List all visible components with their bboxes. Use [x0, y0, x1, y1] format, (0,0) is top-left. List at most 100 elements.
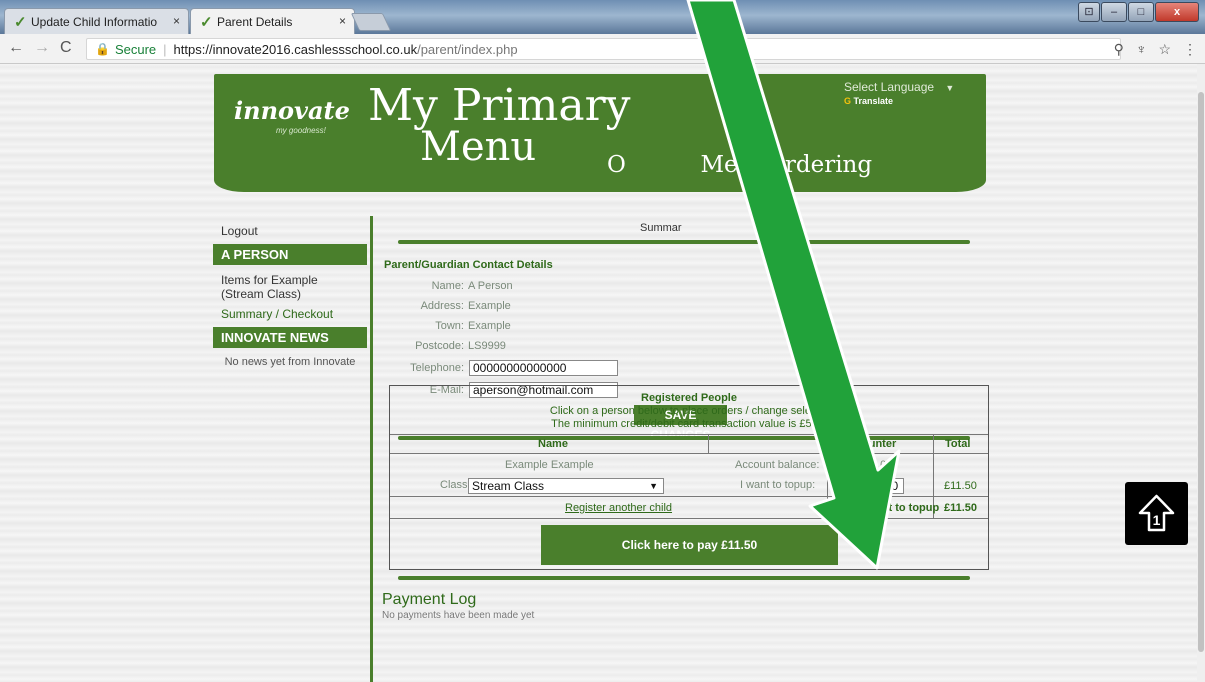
- tab-label: Parent Details: [217, 14, 293, 29]
- town-label: Town:: [435, 320, 464, 332]
- postcode-label: Postcode:: [415, 340, 464, 352]
- url-path: /parent/index.php: [417, 41, 518, 57]
- town-row: Town: Example: [384, 320, 511, 332]
- class-label: Class:: [440, 479, 471, 491]
- table-rule: [390, 496, 988, 497]
- back-arrow-icon[interactable]: ←: [8, 39, 24, 57]
- reload-icon[interactable]: C: [60, 39, 72, 57]
- name-row: Name: A Person: [384, 280, 513, 292]
- secure-label: Secure: [114, 41, 157, 57]
- column-header-counter: ounter: [862, 438, 897, 450]
- table-rule: [827, 434, 828, 518]
- address-row: Address: Example: [384, 300, 511, 312]
- web-page: innovate my goodness! My Primary Menu O …: [0, 64, 1197, 682]
- postcode-row: Postcode: LS9999: [384, 340, 506, 352]
- account-balance-value: 0.00: [871, 459, 893, 471]
- pay-button[interactable]: Click here to pay £11.50: [541, 525, 838, 565]
- accessibility-widget-button[interactable]: 1: [1125, 482, 1188, 545]
- url-host: https://innovate2016.cashlessschool.co.u…: [173, 41, 418, 57]
- browser-toolbar: ← → C 🔒 Secure | https://innovate2016.ca…: [0, 34, 1205, 64]
- check-favicon-icon: ✓: [14, 14, 27, 31]
- menu-dots-icon[interactable]: ⋮: [1183, 41, 1197, 58]
- news-note: No news yet from Innovate: [224, 356, 356, 368]
- new-tab-button[interactable]: [350, 13, 392, 31]
- footer-topup-label: I want to topup: [861, 502, 940, 514]
- window-controls: ⊡ – □ x: [1078, 2, 1199, 22]
- registered-title: Registered People: [641, 392, 737, 404]
- lock-icon: 🔒: [95, 42, 110, 56]
- bookmark-star-icon[interactable]: ☆: [1158, 41, 1171, 58]
- payment-log-title: Payment Log: [382, 591, 477, 608]
- banner-subtitle-right: Meal Ordering: [700, 152, 873, 178]
- brush-divider: [398, 576, 970, 580]
- page-scrollbar[interactable]: [1197, 64, 1205, 682]
- site-banner: innovate my goodness! My Primary Menu O …: [214, 74, 986, 192]
- telephone-field[interactable]: 00000000000000: [469, 360, 618, 376]
- language-select-label: Select Language: [844, 80, 935, 94]
- child-name[interactable]: Example Example: [505, 459, 594, 471]
- window-user-icon[interactable]: ⊡: [1078, 2, 1100, 22]
- sidebar-item-items[interactable]: Items for Example (Stream Class): [221, 273, 359, 301]
- content-divider: [370, 216, 373, 682]
- browser-tab-bar: ✓ Update Child Informatio × ✓ Parent Det…: [0, 0, 1205, 34]
- translate-label: Translate: [853, 96, 894, 106]
- table-rule: [708, 434, 709, 453]
- payment-log-note: No payments have been made yet: [382, 610, 535, 621]
- town-value: Example: [468, 320, 511, 332]
- footer-total: £11.50: [944, 502, 978, 514]
- check-favicon-icon: ✓: [200, 14, 213, 31]
- currency-symbol: £: [857, 479, 864, 491]
- innovate-logo[interactable]: innovate: [234, 96, 350, 125]
- forward-arrow-icon[interactable]: →: [34, 39, 50, 57]
- name-value: A Person: [468, 280, 513, 292]
- table-rule: [390, 434, 988, 435]
- google-translate-credit: G Translate: [844, 96, 893, 106]
- language-select[interactable]: Select Language ▼: [844, 80, 954, 94]
- sidebar-heading-person: A PERSON: [213, 244, 367, 265]
- page-title: Summar: [640, 222, 682, 234]
- logo-tagline: my goodness!: [276, 126, 326, 135]
- topup-amount-field[interactable]: 11.50: [864, 478, 904, 494]
- url-separator: |: [163, 41, 167, 57]
- accessibility-arrow-icon: 1: [1138, 494, 1175, 532]
- postcode-value: LS9999: [468, 340, 506, 352]
- sidebar-heading-news: INNOVATE NEWS: [213, 327, 367, 348]
- class-select-value: Stream Class: [472, 479, 545, 493]
- registered-instruction: Click on a person below to place orders …: [549, 405, 829, 417]
- minimum-transaction-note: The minimum credit/debit card transactio…: [551, 418, 827, 430]
- close-window-button[interactable]: x: [1155, 2, 1199, 22]
- class-select[interactable]: Stream Class ▼: [468, 478, 664, 494]
- minimize-button[interactable]: –: [1101, 2, 1127, 22]
- extension-icon[interactable]: ♆: [1136, 41, 1147, 58]
- sidebar: Logout A PERSON Items for Example (Strea…: [213, 224, 367, 368]
- chevron-down-icon: ▼: [649, 481, 658, 491]
- logout-link[interactable]: Logout: [221, 224, 359, 238]
- scrollbar-thumb[interactable]: [1198, 92, 1204, 652]
- column-header-name: Name: [538, 438, 568, 450]
- google-logo-icon: G: [844, 96, 852, 106]
- tab-update-child-information[interactable]: ✓ Update Child Informatio ×: [4, 8, 189, 34]
- tab-parent-details[interactable]: ✓ Parent Details ×: [190, 8, 355, 34]
- zoom-icon[interactable]: ⚲: [1114, 41, 1124, 58]
- close-tab-icon[interactable]: ×: [339, 14, 346, 28]
- address-bar[interactable]: 🔒 Secure | https://innovate2016.cashless…: [86, 38, 1121, 60]
- table-rule: [390, 453, 988, 454]
- address-label: Address:: [420, 300, 464, 312]
- account-balance-label: Account balance:: [735, 459, 820, 471]
- maximize-button[interactable]: □: [1128, 2, 1154, 22]
- telephone-row: Telephone:: [384, 362, 468, 374]
- sidebar-item-summary[interactable]: Summary / Checkout: [221, 307, 359, 321]
- register-another-child-link[interactable]: Register another child: [565, 502, 672, 514]
- telephone-label: Telephone:: [410, 362, 464, 374]
- chevron-down-icon: ▼: [945, 83, 955, 93]
- name-label: Name:: [431, 280, 464, 292]
- tab-label: Update Child Informatio: [31, 14, 158, 29]
- close-tab-icon[interactable]: ×: [173, 14, 180, 28]
- banner-title-line2: Menu: [420, 124, 537, 170]
- row-total: £11.50: [944, 480, 977, 492]
- topup-label: I want to topup:: [740, 479, 816, 491]
- contact-details-heading: Parent/Guardian Contact Details: [384, 259, 553, 271]
- toolbar-right-icons: ⚲ ♆ ☆ ⋮: [1114, 41, 1197, 58]
- brush-divider: [398, 240, 970, 244]
- column-header-total: Total: [945, 438, 971, 450]
